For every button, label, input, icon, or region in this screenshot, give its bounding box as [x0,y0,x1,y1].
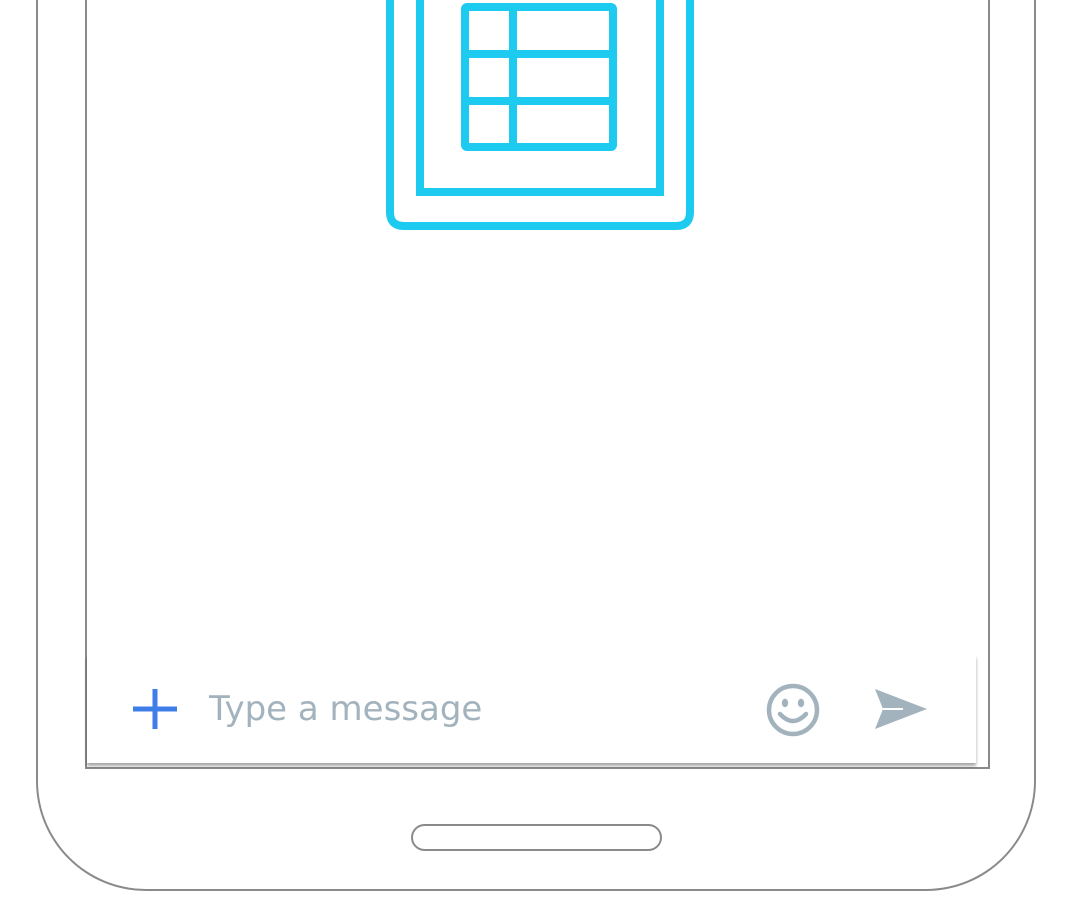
message-input[interactable] [209,685,729,733]
phone-mockup [0,0,1082,920]
smiley-icon[interactable] [765,682,821,738]
home-button[interactable] [411,824,662,851]
message-composer [87,655,976,763]
plus-icon[interactable] [131,685,179,733]
spreadsheet-icon [386,0,694,230]
send-icon[interactable] [873,687,929,731]
